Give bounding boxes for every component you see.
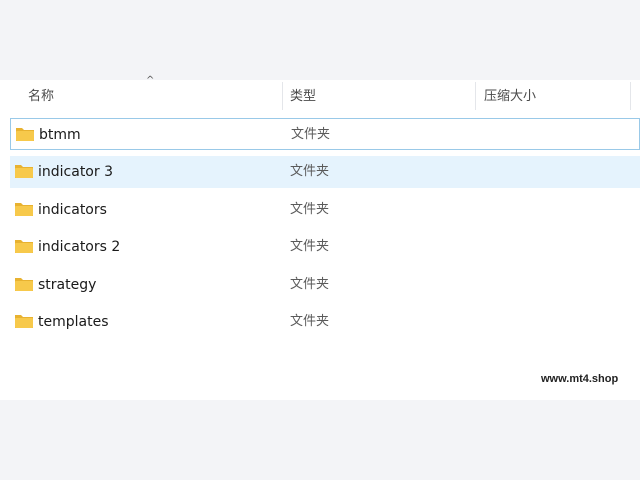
column-resize-handle[interactable] (475, 82, 476, 110)
file-name: btmm (39, 127, 81, 143)
folder-icon (15, 315, 33, 328)
folder-icon (15, 240, 33, 253)
file-name: indicators (38, 202, 107, 218)
watermark-text: www.mt4.shop (541, 373, 619, 385)
file-name: indicators 2 (38, 239, 121, 255)
column-header-bar: ^ 名称 类型 压缩大小 (0, 75, 640, 110)
column-header-compressed-size[interactable]: 压缩大小 (484, 86, 536, 108)
file-type: 文件夹 (291, 127, 331, 142)
folder-icon (15, 165, 33, 178)
folder-icon (16, 128, 34, 141)
file-row-indicator-3[interactable]: indicator 3 文件夹 (10, 156, 640, 188)
column-header-type[interactable]: 类型 (290, 86, 316, 108)
folder-icon (15, 278, 33, 291)
file-row-templates[interactable]: templates 文件夹 (10, 306, 640, 338)
file-type: 文件夹 (290, 202, 330, 217)
column-header-name[interactable]: 名称 (28, 86, 54, 108)
file-type: 文件夹 (290, 164, 330, 179)
folder-icon (15, 203, 33, 216)
file-row-indicators-2[interactable]: indicators 2 文件夹 (10, 231, 640, 263)
file-row-btmm[interactable]: btmm 文件夹 (10, 118, 640, 150)
file-type: 文件夹 (290, 277, 330, 292)
file-name: strategy (38, 277, 97, 293)
file-list-panel: ^ 名称 类型 压缩大小 btmm 文件夹 indicator 3 文件夹 in… (0, 75, 640, 400)
sort-indicator-icon: ^ (146, 75, 155, 86)
file-name: templates (38, 314, 109, 330)
file-type: 文件夹 (290, 314, 330, 329)
file-name: indicator 3 (38, 164, 113, 180)
column-resize-handle[interactable] (282, 82, 283, 110)
column-resize-handle[interactable] (630, 82, 631, 110)
file-row-strategy[interactable]: strategy 文件夹 (10, 269, 640, 301)
file-row-indicators[interactable]: indicators 文件夹 (10, 194, 640, 226)
file-type: 文件夹 (290, 239, 330, 254)
